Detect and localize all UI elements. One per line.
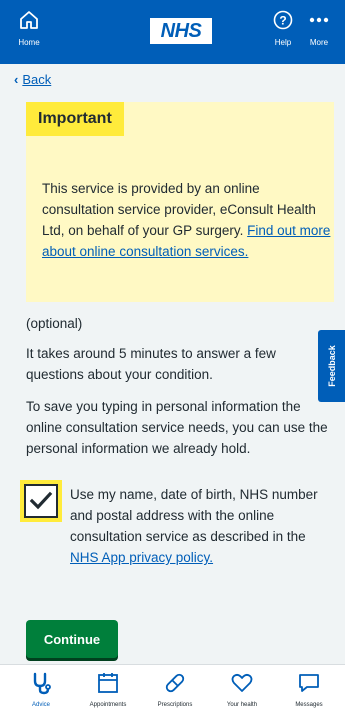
privacy-policy-link[interactable]: NHS App privacy policy. (70, 550, 213, 565)
help-icon: ? (273, 10, 293, 30)
help-label: Help (274, 38, 292, 47)
consent-checkbox[interactable] (20, 480, 62, 522)
stethoscope-icon (33, 672, 51, 695)
nhs-logo: NHS (150, 18, 212, 44)
home-button[interactable]: Home (12, 10, 46, 47)
nav-label-appointments: Appointments (89, 702, 127, 708)
chevron-left-icon: ‹ (14, 72, 19, 87)
time-estimate-text: It takes around 5 minutes to answer a fe… (26, 346, 276, 382)
heart-icon (231, 673, 253, 692)
optional-label: (optional) (26, 316, 83, 331)
important-text: This service is provided by an online co… (42, 178, 332, 262)
app-header: Home NHS ? Help More (0, 0, 345, 64)
important-heading: Important (26, 102, 124, 136)
nav-item-appointments[interactable]: Appointments (77, 671, 139, 708)
nav-label-your-health: Your health (226, 702, 258, 708)
consent-checkbox-label: Use my name, date of birth, NHS number a… (70, 484, 332, 568)
nav-label-advice: Advice (31, 702, 50, 708)
important-callout: Important This service is provided by an… (26, 102, 334, 302)
checkbox-box (24, 484, 58, 518)
back-label: Back (22, 72, 52, 87)
bottom-navigation: Advice Appointments Prescriptions Your h… (0, 664, 345, 711)
feedback-label: Feedback (326, 345, 337, 387)
checkmark-icon (29, 491, 53, 510)
nav-label-prescriptions: Prescriptions (157, 702, 193, 708)
back-link[interactable]: ‹ Back (14, 72, 51, 87)
help-button[interactable]: ? Help (266, 10, 300, 47)
nav-item-advice[interactable]: Advice (10, 671, 72, 708)
nav-label-messages: Messages (295, 702, 323, 708)
home-label: Home (18, 38, 40, 47)
nav-item-prescriptions[interactable]: Prescriptions (144, 671, 206, 708)
more-button[interactable]: More (302, 10, 336, 47)
svg-text:?: ? (279, 14, 286, 28)
home-icon (20, 11, 38, 29)
calendar-icon (98, 673, 118, 693)
continue-button[interactable]: Continue (26, 620, 118, 658)
message-icon (299, 674, 319, 692)
personal-info-text: To save you typing in personal informati… (26, 399, 328, 456)
consent-text: Use my name, date of birth, NHS number a… (70, 487, 318, 544)
feedback-tab[interactable]: Feedback (318, 330, 345, 402)
nav-item-your-health[interactable]: Your health (211, 671, 273, 708)
more-label: More (309, 38, 329, 47)
more-icon (309, 17, 329, 23)
pill-icon (165, 673, 185, 693)
nav-item-messages[interactable]: Messages (278, 671, 340, 708)
